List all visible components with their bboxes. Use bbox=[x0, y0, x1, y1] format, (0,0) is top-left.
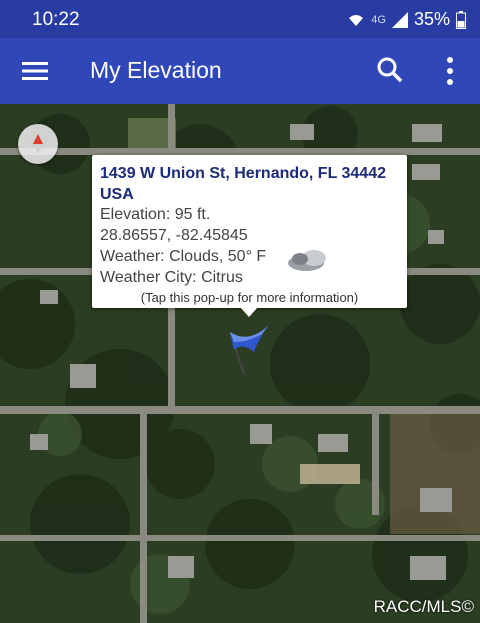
battery-icon bbox=[456, 10, 466, 29]
location-popup[interactable]: 1439 W Union St, Hernando, FL 34442 USA … bbox=[92, 155, 407, 308]
signal-icon bbox=[391, 11, 408, 28]
popup-elevation: Elevation: 95 ft. bbox=[100, 206, 211, 223]
popup-weather: Weather: Clouds, 50° F bbox=[100, 248, 267, 265]
search-icon[interactable] bbox=[376, 56, 404, 84]
wifi-icon bbox=[349, 14, 364, 26]
app-title: My Elevation bbox=[90, 57, 222, 83]
compass-icon bbox=[33, 134, 43, 154]
popup-coordinates: 28.86557, -82.45845 bbox=[100, 227, 248, 244]
more-vert-icon[interactable] bbox=[438, 54, 462, 88]
status-time: 10:22 bbox=[32, 9, 80, 30]
map-flag-icon[interactable] bbox=[222, 322, 272, 378]
battery-percent: 35% bbox=[413, 9, 450, 29]
watermark: RACC/MLS© bbox=[373, 597, 474, 616]
menu-icon[interactable] bbox=[22, 58, 48, 84]
app-bar: My Elevation bbox=[0, 38, 480, 104]
popup-weather-city: Weather City: Citrus bbox=[100, 269, 243, 286]
popup-hint: (Tap this pop-up for more information) bbox=[140, 290, 359, 305]
network-label: 4G bbox=[371, 13, 386, 26]
popup-tail bbox=[240, 307, 258, 317]
compass-button[interactable] bbox=[18, 124, 58, 164]
status-icons: 4G 35% bbox=[347, 9, 466, 30]
status-bar: 10:22 4G 35% bbox=[0, 0, 480, 38]
popup-address: 1439 W Union St, Hernando, FL 34442 USA bbox=[100, 165, 386, 203]
weather-cloud-icon bbox=[288, 250, 326, 271]
